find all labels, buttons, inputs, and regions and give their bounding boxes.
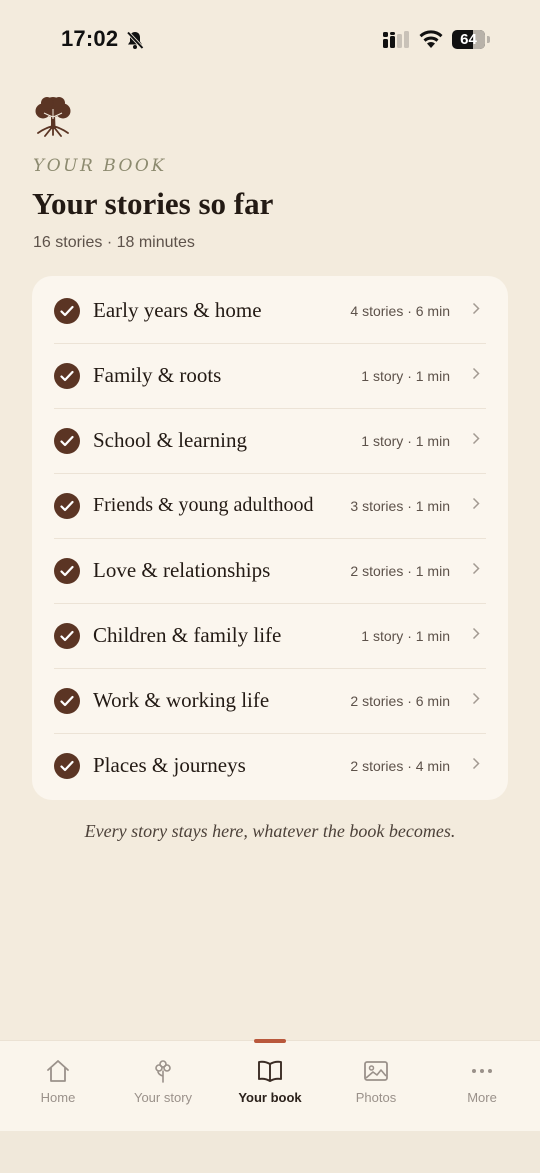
check-icon [54,362,80,389]
chapter-meta: 1 story · 1 min [361,367,450,384]
chapter-title: Friends & young adulthood [93,494,314,516]
tab-photos[interactable]: Photos [322,1041,430,1132]
tab-your-book[interactable]: Your book [216,1041,324,1132]
chapter-title: Places & journeys [93,753,246,777]
tab-label: More [467,1090,497,1105]
cellular-signal-icon [382,31,410,54]
chevron-right-icon [472,627,482,645]
check-icon [54,492,80,519]
chapter-title: Work & working life [93,688,270,712]
chapter-title: Family & roots [93,363,222,387]
tab-label: Your story [133,1090,193,1105]
chapter-meta: 2 stories · 4 min [350,757,450,774]
chapter-meta: 4 stories · 6 min [350,302,450,319]
chapter-title: Children & family life [93,623,282,647]
chapter-title: School & learning [93,428,247,452]
chapter-row[interactable]: School & learning 1 story · 1 min [54,408,486,473]
chapter-row[interactable]: Children & family life 1 story · 1 min [54,603,486,668]
chevron-right-icon [472,432,482,450]
battery-icon: 64 [452,30,485,49]
check-icon [54,557,80,584]
chapter-row[interactable]: Family & roots 1 story · 1 min [54,343,486,408]
ellipsis-icon [472,1069,492,1073]
wifi-icon [418,29,444,54]
bottom-strip [0,1131,540,1173]
chapter-meta: 1 story · 1 min [361,432,450,449]
tab-home[interactable]: Home [4,1041,112,1132]
stories-summary: 16 stories · 18 minutes [33,234,195,251]
check-icon [54,622,80,649]
footnote: Every story stays here, whatever the boo… [84,821,456,841]
battery-nub [487,36,490,43]
chapter-row[interactable]: Friends & young adulthood 3 stories · 1 … [54,473,486,538]
chapter-meta: 2 stories · 1 min [350,562,450,579]
image-icon [364,1061,388,1081]
battery-percentage: 64 [460,31,477,48]
tree-logo-icon [33,95,73,142]
book-icon [258,1060,282,1082]
status-time: 17:02 [61,26,119,51]
chapter-meta: 2 stories · 6 min [350,692,450,709]
chevron-right-icon [472,302,482,320]
house-icon [47,1060,69,1082]
tab-your-story[interactable]: Your story [109,1041,217,1132]
flower-icon [155,1060,171,1083]
chapter-title: Love & relationships [93,558,271,582]
chapter-meta: 3 stories · 1 min [350,497,450,514]
check-icon [54,687,80,714]
tab-label: Photos [355,1090,397,1105]
chevron-right-icon [472,692,482,710]
check-icon [54,752,80,779]
chapter-row[interactable]: Places & journeys 2 stories · 4 min [54,733,486,798]
chapter-row[interactable]: Work & working life 2 stories · 6 min [54,668,486,733]
chapter-row[interactable]: Love & relationships 2 stories · 1 min [54,538,486,603]
tab-label: Home [40,1090,76,1105]
tab-label: Your book [238,1090,302,1105]
section-eyebrow: YOUR BOOK [33,156,167,176]
tab-more[interactable]: More [428,1041,536,1132]
chapter-title: Early years & home [93,298,262,322]
check-icon [54,297,80,324]
chevron-right-icon [472,757,482,775]
page-title: Your stories so far [32,186,274,221]
chevron-right-icon [472,367,482,385]
check-icon [54,427,80,454]
bell-muted-icon [125,30,145,55]
chapter-meta: 1 story · 1 min [361,627,450,644]
chapter-row[interactable]: Early years & home 4 stories · 6 min [54,278,486,343]
chapters-card: Early years & home 4 stories · 6 min Fam… [32,276,508,800]
bottom-tab-bar: Home Your story Your book Photos More [0,1040,540,1131]
active-tab-indicator [254,1039,286,1043]
status-bar: 17:02 64 [0,0,540,80]
chevron-right-icon [472,497,482,515]
chevron-right-icon [472,562,482,580]
